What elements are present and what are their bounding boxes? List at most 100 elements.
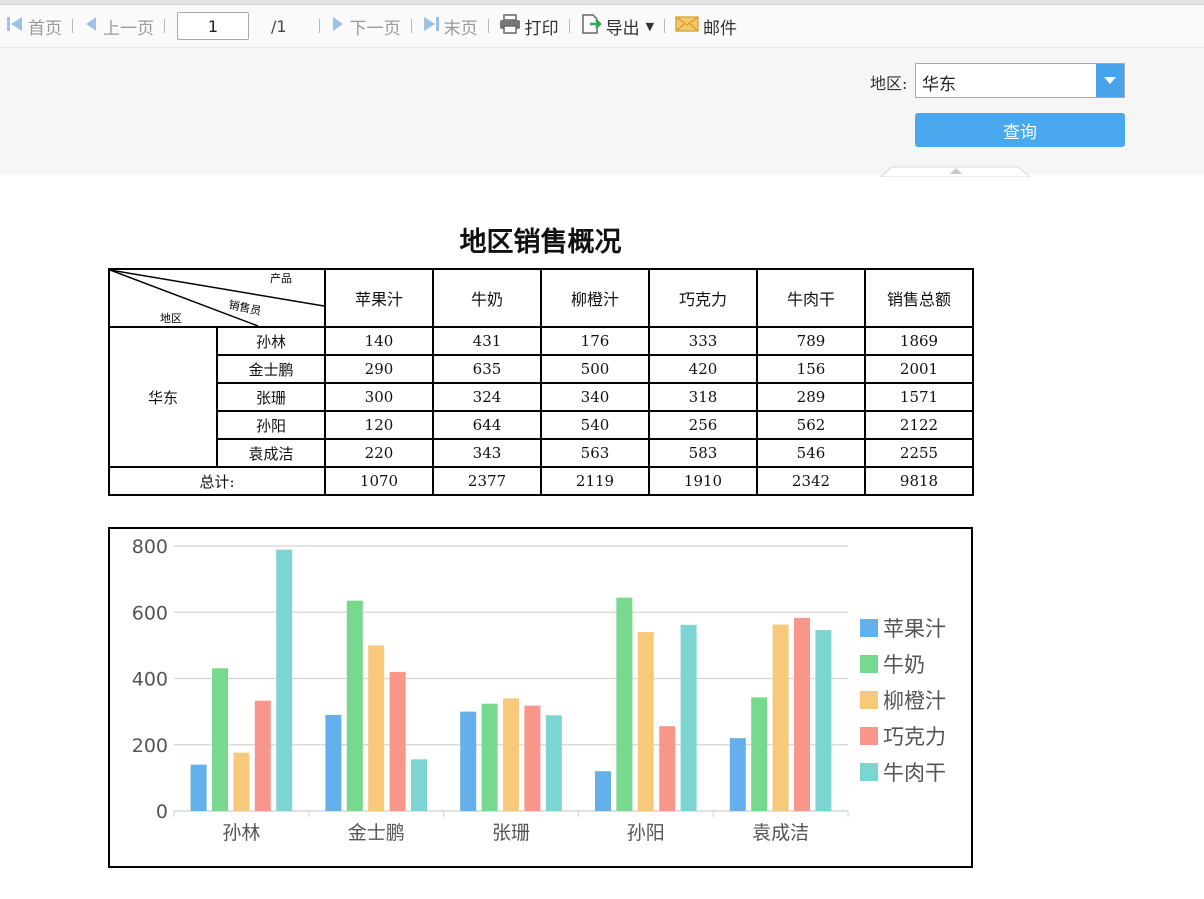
x-tick-label: 张珊	[492, 822, 530, 844]
salesperson-cell: 孙林	[216, 326, 326, 356]
bar	[190, 764, 207, 811]
export-icon	[580, 13, 602, 40]
table-header-row: 产品 销售员 地区 苹果汁 牛奶 柳橙汁 巧克力 牛肉干 销售总额	[108, 268, 974, 328]
value-cell: 546	[756, 438, 866, 468]
prev-page-icon	[83, 15, 99, 38]
total-cell: 2119	[540, 466, 650, 496]
first-page-label: 首页	[28, 18, 62, 39]
column-header: 苹果汁	[324, 268, 434, 328]
last-page-label: 末页	[443, 18, 478, 39]
export-button[interactable]: 导出 ▼	[580, 13, 654, 40]
mail-label: 邮件	[703, 18, 738, 39]
table-row: 张珊 300 324 340 318 289 1571	[109, 382, 974, 412]
collapse-panel-toggle[interactable]	[870, 162, 1040, 178]
print-label: 打印	[524, 18, 559, 39]
export-dropdown-icon[interactable]: ▼	[646, 20, 654, 33]
bar	[411, 759, 427, 811]
sales-chart: 0 200 400 600 800 孙林 金士鹏 张珊 孙阳 袁成洁 苹果汁 牛奶 柳橙汁 巧克力 牛肉干	[108, 527, 973, 868]
first-page-icon	[6, 15, 24, 38]
column-header: 柳橙汁	[540, 268, 650, 328]
value-cell: 635	[432, 354, 542, 384]
last-page-button[interactable]: 末页	[422, 14, 478, 39]
value-cell: 120	[324, 410, 434, 440]
region-select[interactable]: 华东	[915, 63, 1125, 98]
value-cell: 140	[324, 326, 434, 356]
y-tick-label: 200	[132, 735, 168, 757]
corner-region-label: 地区	[160, 312, 182, 325]
chevron-down-icon[interactable]	[1096, 64, 1124, 97]
total-cell: 9818	[864, 466, 974, 496]
bar	[346, 600, 363, 811]
value-cell: 220	[324, 438, 434, 468]
value-cell: 563	[540, 438, 650, 468]
bar	[503, 698, 519, 811]
bar	[368, 645, 385, 811]
bar	[254, 700, 271, 811]
region-select-value: 华东	[922, 75, 956, 95]
value-cell: 289	[756, 382, 866, 412]
x-tick-label: 袁成洁	[752, 822, 809, 844]
report-title: 地区销售概况	[459, 227, 622, 258]
value-cell: 156	[756, 354, 866, 384]
report-toolbar: 首页 上一页 /1 下一页 末页 打印 导出 ▼	[0, 5, 1204, 48]
bar	[772, 624, 789, 811]
legend-swatch	[860, 655, 878, 673]
x-tick-label: 孙林	[222, 822, 260, 844]
corner-sales-label: 销售员	[227, 297, 262, 318]
diagonal-header-cell: 产品 销售员 地区	[108, 268, 326, 328]
total-cell: 2377	[432, 466, 542, 496]
next-page-button[interactable]: 下一页	[330, 14, 401, 39]
value-cell: 1869	[864, 326, 974, 356]
bar	[545, 715, 562, 811]
prev-page-button[interactable]: 上一页	[83, 14, 154, 39]
bar	[276, 549, 293, 811]
value-cell: 583	[648, 438, 758, 468]
legend-label: 巧克力	[883, 725, 946, 749]
mail-button[interactable]: 邮件	[675, 14, 737, 39]
legend-label: 柳橙汁	[883, 689, 946, 713]
bar	[481, 703, 498, 811]
salesperson-cell: 孙阳	[216, 410, 326, 440]
sales-table: 产品 销售员 地区 苹果汁 牛奶 柳橙汁 巧克力 牛肉干 销售总额 华东 孙林 …	[108, 268, 974, 496]
bar	[815, 630, 832, 811]
legend-swatch	[860, 691, 878, 709]
table-row: 华东 孙林 140 431 176 333 789 1869	[108, 326, 974, 468]
y-tick-label: 800	[132, 536, 168, 558]
value-cell: 340	[540, 382, 650, 412]
mail-icon	[675, 15, 699, 38]
first-page-button[interactable]: 首页	[6, 14, 62, 39]
value-cell: 540	[540, 410, 650, 440]
column-header: 牛奶	[432, 268, 542, 328]
table-row: 孙阳 120 644 540 256 562 2122	[109, 410, 974, 440]
value-cell: 318	[648, 382, 758, 412]
next-page-icon	[330, 15, 346, 38]
query-button[interactable]: 查询	[915, 113, 1125, 147]
value-cell: 343	[432, 438, 542, 468]
print-button[interactable]: 打印	[499, 13, 559, 39]
value-cell: 2255	[864, 438, 974, 468]
column-header: 销售总额	[864, 268, 974, 328]
bar	[212, 668, 228, 811]
y-tick-label: 0	[156, 801, 168, 823]
value-cell: 300	[324, 382, 434, 412]
value-cell: 789	[756, 326, 866, 356]
toolbar-divider	[318, 19, 320, 33]
total-cell: 2342	[756, 466, 866, 496]
value-cell: 176	[540, 326, 650, 356]
salesperson-cell: 张珊	[216, 382, 326, 412]
y-tick-label: 600	[132, 602, 168, 624]
bar	[729, 738, 746, 811]
value-cell: 562	[756, 410, 866, 440]
bar	[616, 597, 633, 811]
bar	[325, 714, 342, 811]
last-page-icon	[422, 15, 440, 38]
toolbar-divider	[487, 19, 489, 33]
region-cell: 华东	[108, 326, 218, 468]
total-row: 总计: 1070 2377 2119 1910 2342 9818	[108, 466, 974, 496]
legend-label: 苹果汁	[883, 617, 946, 641]
toolbar-divider	[664, 19, 666, 33]
parameter-panel: 地区: 华东 查询	[0, 48, 1204, 178]
legend-label: 牛奶	[883, 653, 925, 677]
page-number-input[interactable]	[177, 12, 249, 40]
legend-label: 牛肉干	[883, 761, 946, 785]
